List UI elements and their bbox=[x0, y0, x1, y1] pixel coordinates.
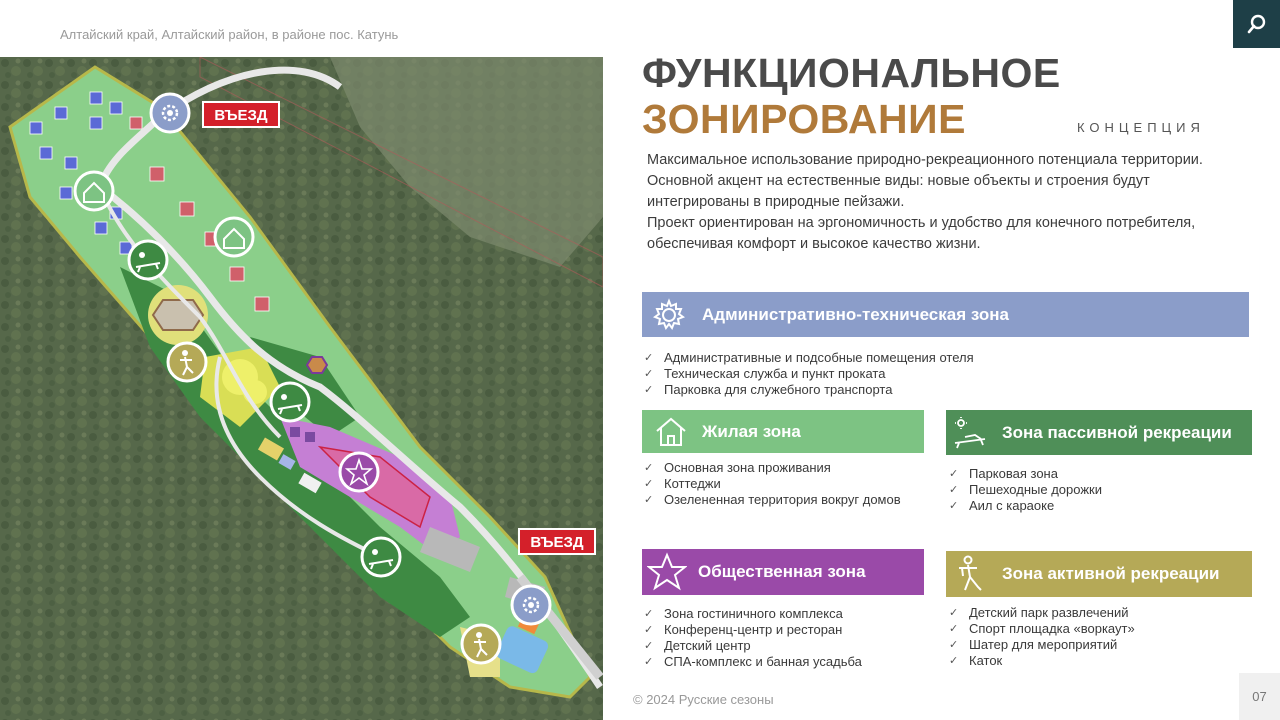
intro-line: интегрированы в природные пейзажи. bbox=[647, 194, 905, 210]
list-item: ✓ Парковка для служебного транспорта bbox=[644, 382, 893, 397]
marker-person-1 bbox=[166, 341, 208, 383]
zone-passive-title: Зона пассивной рекреации bbox=[1002, 422, 1232, 442]
copyright: © 2024 Русские сезоны bbox=[633, 692, 774, 707]
site-plan-map: ВЪЕЗД ВЪЕЗД bbox=[0, 57, 603, 720]
person-icon bbox=[948, 554, 994, 594]
entrance-label-1: ВЪЕЗД bbox=[202, 101, 280, 128]
list-item: ✓ Техническая служба и пункт проката bbox=[644, 366, 886, 381]
zone-admin-list: ✓ Административные и подсобные помещения … bbox=[644, 350, 974, 398]
zone-admin-title: Административно-техническая зона bbox=[702, 304, 1009, 324]
list-item: ✓ СПА-комплекс и банная усадьба bbox=[644, 654, 862, 669]
intro-line: Максимальное использование природно-рекр… bbox=[647, 152, 1203, 168]
zone-active-list: ✓ Детский парк развлечений ✓ Спорт площадк… bbox=[949, 605, 1135, 669]
intro-text: Максимальное использование природно-рекр… bbox=[647, 150, 1247, 255]
search-icon bbox=[1247, 14, 1265, 34]
zone-passive-header: Зона пассивной рекреации bbox=[946, 410, 1252, 455]
zone-active-title: Зона активной рекреации bbox=[1002, 564, 1220, 583]
page-number: 07 bbox=[1239, 673, 1280, 720]
intro-line: Основной акцент на естественные виды: но… bbox=[647, 173, 1150, 189]
house-icon bbox=[648, 414, 694, 450]
entrance-label-2: ВЪЕЗД bbox=[518, 528, 596, 555]
list-item: ✓ Детский парк развлечений bbox=[949, 605, 1129, 620]
marker-person-2 bbox=[460, 623, 502, 665]
star-icon bbox=[644, 552, 690, 592]
intro-line: Проект ориентирован на эргономичность и … bbox=[647, 215, 1196, 231]
list-item: ✓ Коттеджи bbox=[644, 476, 721, 491]
page-subtitle: КОНЦЕПЦИЯ bbox=[1077, 120, 1205, 135]
marker-sunbed-3 bbox=[360, 536, 402, 578]
svg-text:ВЪЕЗД: ВЪЕЗД bbox=[214, 107, 268, 124]
zone-admin-header: Административно-техническая зона bbox=[642, 292, 1249, 337]
marker-gear-1 bbox=[149, 92, 191, 134]
list-item: ✓ Каток bbox=[949, 653, 1003, 668]
zone-public-list: ✓ Зона гостиничного комплекса ✓ Конференц-… bbox=[644, 606, 862, 670]
zone-public-title: Общественная зона bbox=[698, 562, 866, 581]
page-title-line-2: ЗОНИРОВАНИЕ bbox=[642, 96, 966, 142]
list-item: ✓ Озелененная территория вокруг домов bbox=[644, 492, 901, 507]
list-item: ✓ Спорт площадка «воркаут» bbox=[949, 621, 1135, 636]
marker-gear-2 bbox=[510, 584, 552, 626]
list-item: ✓ Детский центр bbox=[644, 638, 751, 653]
zone-residential-header: Жилая зона bbox=[642, 410, 924, 453]
zone-residential-title: Жилая зона bbox=[702, 421, 801, 441]
gear-icon bbox=[646, 297, 692, 333]
list-item: ✓ Зона гостиничного комплекса bbox=[644, 606, 843, 621]
list-item: ✓ Конференц-центр и ресторан bbox=[644, 622, 843, 637]
search-button[interactable] bbox=[1233, 0, 1280, 48]
svg-text:ВЪЕЗД: ВЪЕЗД bbox=[530, 534, 584, 551]
marker-house-1 bbox=[73, 170, 115, 212]
sunbed-icon bbox=[948, 415, 994, 451]
zone-public-header: Общественная зона bbox=[642, 549, 924, 595]
zone-residential-list: ✓ Основная зона проживания ✓ Коттеджи ✓ Озе… bbox=[644, 460, 901, 508]
location-text: Алтайский край, Алтайский район, в район… bbox=[60, 27, 399, 42]
list-item: ✓ Пешеходные дорожки bbox=[949, 482, 1102, 497]
zone-passive-list: ✓ Парковая зона ✓ Пешеходные дорожки ✓ Аил … bbox=[949, 466, 1102, 514]
page-title-line-1: ФУНКЦИОНАЛЬНОЕ bbox=[642, 50, 1061, 96]
zone-active-header: Зона активной рекреации bbox=[946, 551, 1252, 597]
marker-star bbox=[338, 451, 380, 493]
marker-sunbed-1 bbox=[127, 239, 169, 281]
list-item: ✓ Основная зона проживания bbox=[644, 460, 831, 475]
list-item: ✓ Парковая зона bbox=[949, 466, 1058, 481]
marker-house-2 bbox=[213, 216, 255, 258]
list-item: ✓ Аил с караоке bbox=[949, 498, 1055, 513]
marker-sunbed-2 bbox=[269, 381, 311, 423]
intro-line: обеспечивая комфорт и высокое качество ж… bbox=[647, 236, 981, 252]
list-item: ✓ Шатер для мероприятий bbox=[949, 637, 1118, 652]
list-item: ✓ Административные и подсобные помещения … bbox=[644, 350, 974, 365]
